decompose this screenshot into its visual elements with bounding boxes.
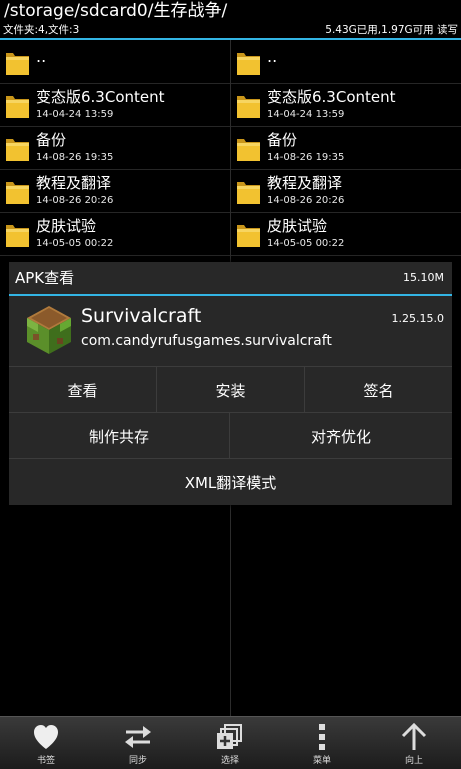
- file-date: 14-05-05 00:22: [267, 238, 345, 249]
- file-name: 变态版6.3Content: [36, 88, 165, 106]
- dialog-button-row: XML翻译模式: [9, 458, 452, 505]
- file-row-up[interactable]: ..: [231, 40, 461, 84]
- view-button[interactable]: 查看: [9, 367, 157, 413]
- file-name: 教程及翻译: [36, 174, 112, 192]
- toolbar-label: 向上: [404, 756, 423, 766]
- toolbar-label: 菜单: [312, 756, 331, 766]
- file-name: 皮肤试验: [36, 217, 97, 235]
- folder-icon: [236, 49, 261, 76]
- file-row[interactable]: 备份 14-08-26 19:35: [0, 126, 230, 170]
- file-date: 14-08-26 20:26: [267, 195, 345, 206]
- folder-icon: [5, 135, 30, 162]
- file-name: ..: [36, 47, 47, 66]
- up-directory-button[interactable]: 向上: [368, 717, 460, 769]
- file-date: 14-08-26 19:35: [36, 152, 114, 163]
- bottom-toolbar: 书签 同步 选择 菜单 向上: [0, 716, 461, 769]
- sync-arrows-icon: [123, 722, 153, 752]
- file-row[interactable]: 皮肤试验 14-05-05 00:22: [0, 212, 230, 256]
- file-row[interactable]: 教程及翻译 14-08-26 20:26: [231, 169, 461, 213]
- toolbar-label: 同步: [128, 756, 147, 766]
- file-row[interactable]: 皮肤试验 14-05-05 00:22: [231, 212, 461, 256]
- file-name: 备份: [267, 131, 298, 149]
- dialog-button-row: 查看 安装 签名: [9, 366, 452, 413]
- folder-icon: [5, 49, 30, 76]
- file-date: 14-04-24 13:59: [267, 109, 345, 120]
- folder-icon: [236, 92, 261, 119]
- arrow-up-icon: [399, 722, 429, 752]
- folder-file-count: 文件夹:4,文件:3: [3, 24, 80, 36]
- file-name: 皮肤试验: [267, 217, 328, 235]
- storage-info-bar: 文件夹:4,文件:3 5.43G已用,1.97G可用 读写: [0, 22, 461, 38]
- dialog-title: APK查看: [15, 269, 75, 287]
- apk-view-dialog: APK查看 15.10M Survivalcraft 1.25.15.0 com…: [9, 262, 452, 505]
- zipalign-button[interactable]: 对齐优化: [230, 413, 452, 459]
- file-name: 备份: [36, 131, 67, 149]
- file-name: 教程及翻译: [267, 174, 343, 192]
- file-row[interactable]: 教程及翻译 14-08-26 20:26: [0, 169, 230, 213]
- app-package-name: com.candyrufusgames.survivalcraft: [81, 333, 332, 349]
- folder-icon: [236, 221, 261, 248]
- file-row[interactable]: 变态版6.3Content 14-04-24 13:59: [231, 83, 461, 127]
- menu-button[interactable]: 菜单: [276, 717, 368, 769]
- heart-icon: [31, 722, 61, 752]
- toolbar-label: 书签: [36, 756, 55, 766]
- sign-button[interactable]: 签名: [305, 367, 452, 413]
- folder-icon: [5, 92, 30, 119]
- file-date: 14-04-24 13:59: [36, 109, 114, 120]
- more-vertical-icon: [307, 722, 337, 752]
- file-row[interactable]: 变态版6.3Content 14-04-24 13:59: [0, 83, 230, 127]
- folder-icon: [5, 178, 30, 205]
- dialog-divider: [9, 294, 452, 296]
- toolbar-label: 选择: [220, 756, 239, 766]
- select-button[interactable]: 选择: [184, 717, 276, 769]
- file-row[interactable]: 备份 14-08-26 19:35: [231, 126, 461, 170]
- folder-icon: [236, 135, 261, 162]
- file-date: 14-05-05 00:22: [36, 238, 114, 249]
- path-title: /storage/sdcard0/生存战争/: [4, 1, 228, 21]
- make-coexist-button[interactable]: 制作共存: [9, 413, 230, 459]
- install-button[interactable]: 安装: [157, 367, 305, 413]
- folder-icon: [236, 178, 261, 205]
- app-block-icon: [21, 302, 77, 358]
- multi-select-icon: [215, 722, 245, 752]
- file-date: 14-08-26 20:26: [36, 195, 114, 206]
- app-name: Survivalcraft: [81, 305, 202, 327]
- file-date: 14-08-26 19:35: [267, 152, 345, 163]
- file-name: 变态版6.3Content: [267, 88, 396, 106]
- dialog-button-row: 制作共存 对齐优化: [9, 412, 452, 459]
- folder-icon: [5, 221, 30, 248]
- storage-usage: 5.43G已用,1.97G可用 读写: [325, 24, 458, 36]
- apk-file-size: 15.10M: [403, 271, 444, 284]
- bookmark-button[interactable]: 书签: [0, 717, 92, 769]
- xml-translate-button[interactable]: XML翻译模式: [9, 459, 452, 505]
- app-version: 1.25.15.0: [391, 312, 444, 325]
- file-row-up[interactable]: ..: [0, 40, 230, 84]
- sync-button[interactable]: 同步: [92, 717, 184, 769]
- dialog-title-bar: APK查看 15.10M: [9, 262, 452, 294]
- file-name: ..: [267, 47, 278, 66]
